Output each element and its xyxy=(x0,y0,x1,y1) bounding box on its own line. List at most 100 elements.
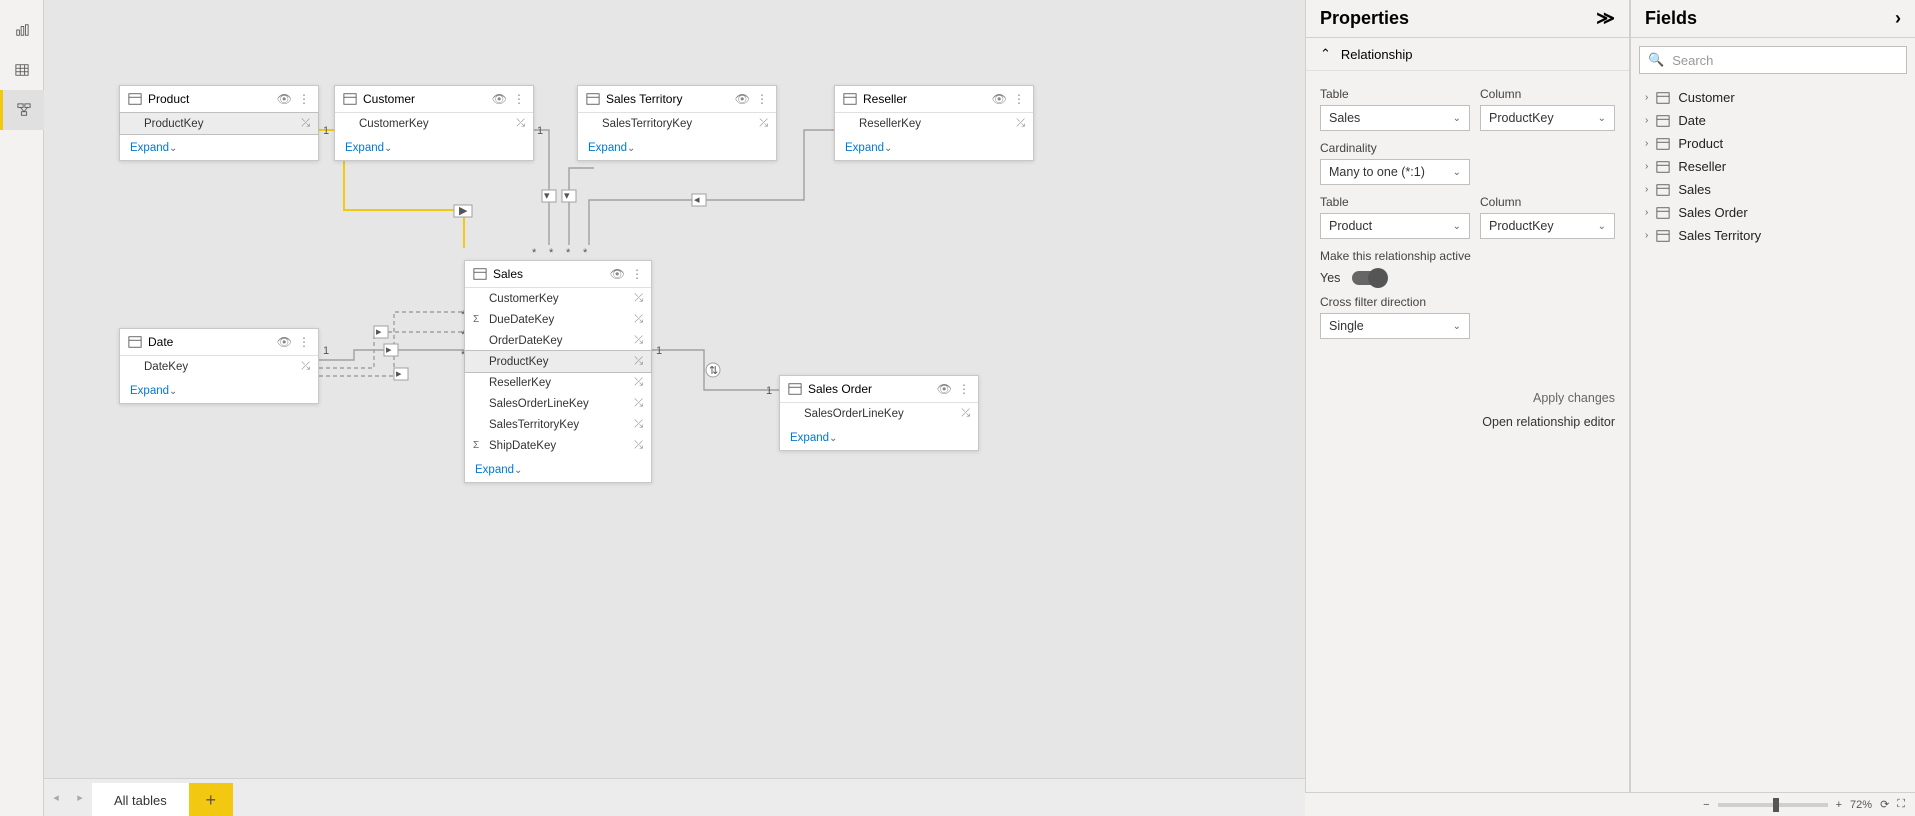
hidden-icon[interactable]: ⤰ xyxy=(634,418,643,431)
relationship-section-header[interactable]: ⌃ Relationship xyxy=(1306,38,1629,71)
zoom-in-button[interactable]: + xyxy=(1836,799,1842,811)
model-canvas[interactable]: ▶ 1 ▾ 1 ▾ ◂ 1 ▸ ▸ ▸ 1 1 ⇅ * * * * * * * xyxy=(44,0,1305,778)
table1-select[interactable]: Sales⌄ xyxy=(1320,105,1470,131)
more-icon[interactable]: ⋮ xyxy=(958,382,970,396)
visibility-icon[interactable]: 👁 xyxy=(610,267,625,281)
model-view-button[interactable] xyxy=(0,90,44,130)
fields-item-product[interactable]: ›Product xyxy=(1639,132,1907,155)
apply-changes-link[interactable]: Apply changes xyxy=(1320,391,1615,405)
fields-item-date[interactable]: ›Date xyxy=(1639,109,1907,132)
hidden-icon[interactable]: ⤰ xyxy=(634,313,643,326)
more-icon[interactable]: ⋮ xyxy=(1013,92,1025,106)
expand-link[interactable]: Expand ⌄ xyxy=(475,464,522,476)
column1-select[interactable]: ProductKey⌄ xyxy=(1480,105,1615,131)
hidden-icon[interactable]: ⤰ xyxy=(961,407,970,420)
zoom-slider[interactable] xyxy=(1718,803,1828,807)
hidden-icon[interactable]: ⤰ xyxy=(516,117,525,130)
more-icon[interactable]: ⋮ xyxy=(631,267,643,281)
fields-search-input[interactable]: 🔍 Search xyxy=(1639,46,1907,74)
open-relationship-editor-link[interactable]: Open relationship editor xyxy=(1320,415,1615,429)
report-view-button[interactable] xyxy=(0,10,44,50)
expand-link[interactable]: Expand ⌄ xyxy=(588,142,635,154)
field-row[interactable]: ProductKey ⤰ xyxy=(119,112,319,135)
table2-select[interactable]: Product⌄ xyxy=(1320,213,1470,239)
fit-to-page-button[interactable]: ⟳ xyxy=(1880,798,1889,811)
table-header[interactable]: Sales Territory 👁 ⋮ xyxy=(578,86,776,113)
field-row[interactable]: SalesOrderLineKey ⤰ xyxy=(780,403,978,424)
hidden-icon[interactable]: ⤰ xyxy=(634,376,643,389)
field-row[interactable]: SalesOrderLineKey⤰ xyxy=(465,393,651,414)
search-icon: 🔍 xyxy=(1648,52,1664,68)
table-card-date[interactable]: Date 👁 ⋮ DateKey ⤰ Expand ⌄ xyxy=(119,328,319,404)
fields-item-reseller[interactable]: ›Reseller xyxy=(1639,155,1907,178)
table-header[interactable]: Sales 👁⋮ xyxy=(465,261,651,288)
expand-link[interactable]: Expand ⌄ xyxy=(130,385,177,397)
active-toggle[interactable] xyxy=(1352,271,1386,285)
field-row[interactable]: ProductKey⤰ xyxy=(464,350,652,373)
fields-item-salesterritory[interactable]: ›Sales Territory xyxy=(1639,224,1907,247)
more-icon[interactable]: ⋮ xyxy=(298,92,310,106)
add-tab-button[interactable]: + xyxy=(189,783,233,816)
tab-all-tables[interactable]: All tables xyxy=(92,783,189,816)
field-row[interactable]: SalesTerritoryKey ⤰ xyxy=(578,113,776,134)
visibility-icon[interactable]: 👁 xyxy=(937,382,952,396)
table-header[interactable]: Date 👁 ⋮ xyxy=(120,329,318,356)
table-title: Sales Territory xyxy=(606,92,735,106)
cardinality-select[interactable]: Many to one (*:1)⌄ xyxy=(1320,159,1470,185)
collapse-properties-icon[interactable]: ≫ xyxy=(1596,8,1615,29)
field-row[interactable]: DateKey ⤰ xyxy=(120,356,318,377)
expand-link[interactable]: Expand ⌄ xyxy=(790,432,837,444)
table-card-customer[interactable]: Customer 👁⋮ CustomerKey ⤰ Expand ⌄ xyxy=(334,85,534,161)
table-header[interactable]: Reseller 👁⋮ xyxy=(835,86,1033,113)
tab-prev-button[interactable]: ◂ xyxy=(44,779,68,816)
hidden-icon[interactable]: ⤰ xyxy=(1016,117,1025,130)
collapse-fields-icon[interactable]: › xyxy=(1895,8,1901,29)
more-icon[interactable]: ⋮ xyxy=(513,92,525,106)
zoom-out-button[interactable]: − xyxy=(1703,799,1709,811)
fields-item-sales[interactable]: ›Sales xyxy=(1639,178,1907,201)
field-row[interactable]: CustomerKey⤰ xyxy=(465,288,651,309)
table-card-reseller[interactable]: Reseller 👁⋮ ResellerKey ⤰ Expand ⌄ xyxy=(834,85,1034,161)
hidden-icon[interactable]: ⤰ xyxy=(301,360,310,373)
visibility-icon[interactable]: 👁 xyxy=(735,92,750,106)
expand-link[interactable]: Expand ⌄ xyxy=(345,142,392,154)
table-card-salesorder[interactable]: Sales Order 👁⋮ SalesOrderLineKey ⤰ Expan… xyxy=(779,375,979,451)
field-row[interactable]: SalesTerritoryKey⤰ xyxy=(465,414,651,435)
table-header[interactable]: Product 👁⋮ xyxy=(120,86,318,113)
hidden-icon[interactable]: ⤰ xyxy=(634,397,643,410)
field-row[interactable]: ΣDueDateKey⤰ xyxy=(465,309,651,330)
field-row[interactable]: CustomerKey ⤰ xyxy=(335,113,533,134)
more-icon[interactable]: ⋮ xyxy=(756,92,768,106)
visibility-icon[interactable]: 👁 xyxy=(492,92,507,106)
fields-item-customer[interactable]: ›Customer xyxy=(1639,86,1907,109)
hidden-icon[interactable]: ⤰ xyxy=(759,117,768,130)
visibility-icon[interactable]: 👁 xyxy=(277,92,292,106)
expand-link[interactable]: Expand ⌄ xyxy=(845,142,892,154)
table-header[interactable]: Sales Order 👁⋮ xyxy=(780,376,978,403)
column2-select[interactable]: ProductKey⌄ xyxy=(1480,213,1615,239)
table-card-sales[interactable]: Sales 👁⋮ CustomerKey⤰ ΣDueDateKey⤰ Order… xyxy=(464,260,652,483)
table-card-territory[interactable]: Sales Territory 👁 ⋮ SalesTerritoryKey ⤰ E… xyxy=(577,85,777,161)
fullscreen-button[interactable]: ⛶ xyxy=(1897,798,1905,811)
hidden-icon[interactable]: ⤰ xyxy=(634,439,643,452)
field-row[interactable]: OrderDateKey⤰ xyxy=(465,330,651,351)
expand-link[interactable]: Expand ⌄ xyxy=(130,142,177,154)
table-title: Date xyxy=(148,335,277,349)
tab-next-button[interactable]: ▸ xyxy=(68,779,92,816)
data-view-button[interactable] xyxy=(0,50,44,90)
table-card-product[interactable]: Product 👁⋮ ProductKey ⤰ Expand ⌄ xyxy=(119,85,319,161)
relationship-form: Table Column Sales⌄ ProductKey⌄ Cardinal… xyxy=(1306,71,1629,439)
hidden-icon[interactable]: ⤰ xyxy=(301,117,310,130)
crossfilter-select[interactable]: Single⌄ xyxy=(1320,313,1470,339)
visibility-icon[interactable]: 👁 xyxy=(992,92,1007,106)
hidden-icon[interactable]: ⤰ xyxy=(634,334,643,347)
field-row[interactable]: ResellerKey ⤰ xyxy=(835,113,1033,134)
field-row[interactable]: ΣShipDateKey⤰ xyxy=(465,435,651,456)
more-icon[interactable]: ⋮ xyxy=(298,335,310,349)
hidden-icon[interactable]: ⤰ xyxy=(634,355,643,368)
hidden-icon[interactable]: ⤰ xyxy=(634,292,643,305)
field-row[interactable]: ResellerKey⤰ xyxy=(465,372,651,393)
table-header[interactable]: Customer 👁⋮ xyxy=(335,86,533,113)
fields-item-salesorder[interactable]: ›Sales Order xyxy=(1639,201,1907,224)
visibility-icon[interactable]: 👁 xyxy=(277,335,292,349)
